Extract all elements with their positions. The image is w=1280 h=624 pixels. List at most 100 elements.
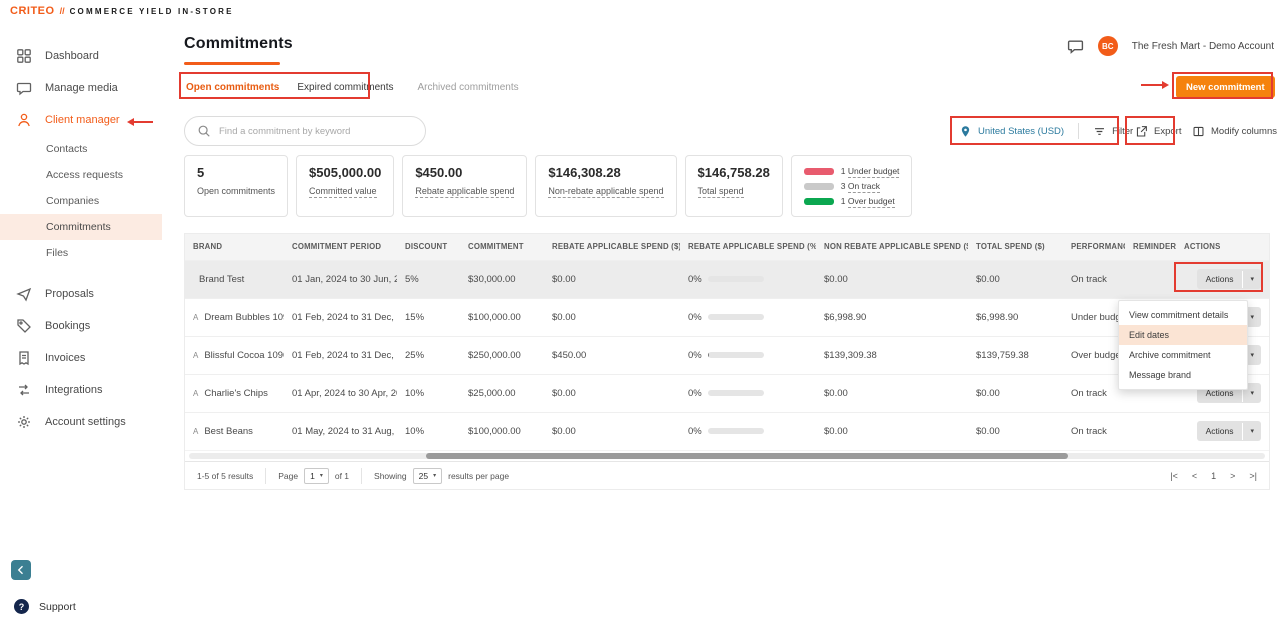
- commitment-period-cell: 01 Apr, 2024 to 30 Apr, 2024: [284, 374, 397, 412]
- menu-item-view-commitment-details[interactable]: View commitment details: [1119, 305, 1247, 325]
- actions-button[interactable]: Actions▾: [1197, 269, 1261, 289]
- sidebar-item-client-manager[interactable]: Client manager: [0, 104, 162, 136]
- export-button[interactable]: Export: [1154, 126, 1181, 137]
- sidebar-item-dashboard[interactable]: Dashboard: [0, 40, 162, 72]
- export-icon: [1135, 125, 1148, 138]
- collapse-sidebar-button[interactable]: [11, 560, 31, 580]
- menu-item-edit-dates[interactable]: Edit dates: [1119, 325, 1247, 345]
- next-page-button[interactable]: >: [1230, 471, 1235, 481]
- page-select[interactable]: 1▾: [304, 468, 329, 484]
- support-item[interactable]: ? Support: [14, 599, 76, 614]
- current-page-number[interactable]: 1: [1211, 471, 1216, 481]
- table-row[interactable]: ADream Bubbles 1096601 Feb, 2024 to 31 D…: [185, 298, 1269, 336]
- performance-legend: 1 Under budget 3 On track 1 Over budget: [791, 155, 913, 217]
- table-row[interactable]: ACharlie's Chips01 Apr, 2024 to 30 Apr, …: [185, 374, 1269, 412]
- actions-cell: Actions▾: [1176, 260, 1269, 298]
- discount-cell: 10%: [397, 374, 460, 412]
- table-row[interactable]: Brand Test01 Jan, 2024 to 30 Jun, 20245%…: [185, 260, 1269, 298]
- brand-cell: ACharlie's Chips: [185, 374, 284, 412]
- criteo-logo: CRITEO: [10, 5, 55, 17]
- rebate-spend-cell: $0.00: [544, 298, 680, 336]
- rebate-spend-cell: $450.00: [544, 336, 680, 374]
- table-row[interactable]: ABest Beans01 May, 2024 to 31 Aug, 20241…: [185, 412, 1269, 450]
- menu-item-message-brand[interactable]: Message brand: [1119, 365, 1247, 385]
- total-spend-cell: $6,998.90: [968, 298, 1063, 336]
- sidebar-item-companies[interactable]: Companies: [0, 188, 162, 214]
- tab-archived-commitments[interactable]: Archived commitments: [418, 82, 519, 93]
- sidebar-item-bookings[interactable]: Bookings: [0, 310, 162, 342]
- rebate-pct-cell: 0%: [680, 298, 816, 336]
- filter-button[interactable]: Filter: [1112, 126, 1133, 137]
- discount-cell: 15%: [397, 298, 460, 336]
- sidebar-item-contacts[interactable]: Contacts: [0, 136, 162, 162]
- sidebar-item-files[interactable]: Files: [0, 240, 162, 266]
- legend-on-track: 3 On track: [804, 181, 900, 191]
- columns-icon: [1192, 125, 1205, 138]
- menu-item-archive-commitment[interactable]: Archive commitment: [1119, 345, 1247, 365]
- rebate-progress-bar: [708, 276, 764, 282]
- column-header: REBATE APPLICABLE SPEND ($): [544, 234, 680, 260]
- tab-open-commitments[interactable]: Open commitments: [186, 82, 279, 93]
- actions-button[interactable]: Actions▾: [1197, 421, 1261, 441]
- search-input[interactable]: [219, 126, 413, 137]
- account-avatar[interactable]: BC: [1098, 36, 1118, 56]
- card-value: 5: [197, 165, 275, 180]
- sidebar-item-proposals[interactable]: Proposals: [0, 278, 162, 310]
- new-commitment-button[interactable]: New commitment: [1176, 76, 1275, 98]
- sidebar-item-invoices[interactable]: Invoices: [0, 342, 162, 374]
- sidebar-item-label: Integrations: [45, 384, 102, 396]
- divider: [1078, 123, 1079, 139]
- sidebar-item-label: Manage media: [45, 82, 118, 94]
- last-page-button[interactable]: >|: [1249, 471, 1257, 481]
- sidebar-item-integrations[interactable]: Integrations: [0, 374, 162, 406]
- title-underline: [184, 62, 280, 65]
- sidebar-item-manage-media[interactable]: Manage media: [0, 72, 162, 104]
- bookings-icon: [16, 318, 32, 334]
- region-selector[interactable]: United States (USD): [978, 126, 1064, 137]
- total-spend-cell: $0.00: [968, 260, 1063, 298]
- scrollbar-thumb[interactable]: [426, 453, 1068, 459]
- chevron-down-icon[interactable]: ▾: [1242, 423, 1261, 440]
- table-row[interactable]: ABlissful Cocoa 1096401 Feb, 2024 to 31 …: [185, 336, 1269, 374]
- card-label: Committed value: [309, 186, 377, 198]
- column-header: ACTIONS: [1176, 234, 1269, 260]
- account-name[interactable]: The Fresh Mart - Demo Account: [1132, 41, 1274, 52]
- rebate-pct-cell: 0%: [680, 336, 816, 374]
- integrations-icon: [16, 382, 32, 398]
- search-icon: [197, 124, 211, 138]
- sidebar-item-label: Contacts: [46, 143, 87, 155]
- showing-label: Showing: [374, 471, 407, 481]
- previous-page-button[interactable]: <: [1192, 471, 1197, 481]
- sidebar-item-label: Dashboard: [45, 50, 99, 62]
- sidebar-item-label: Proposals: [45, 288, 94, 300]
- tab-expired-commitments[interactable]: Expired commitments: [297, 82, 393, 93]
- pagination: |< < 1 > >|: [1170, 471, 1257, 481]
- sidebar: Dashboard Manage media Client manager Co…: [0, 22, 162, 624]
- region-filter-group: United States (USD) Filter: [959, 119, 1133, 143]
- dashboard-icon: [16, 48, 32, 64]
- performance-cell: Under budget: [1063, 298, 1125, 336]
- card-rebate-applicable-spend: $450.00 Rebate applicable spend: [402, 155, 527, 217]
- performance-cell: Over budget: [1063, 336, 1125, 374]
- brand-cell: ADream Bubbles 10966: [185, 298, 284, 336]
- modify-columns-button[interactable]: Modify columns: [1211, 126, 1277, 137]
- table-footer: 1-5 of 5 results Page 1▾ of 1 Showing 25…: [185, 461, 1269, 489]
- per-page-select[interactable]: 25▾: [413, 468, 442, 484]
- commitments-tabs: Open commitments Expired commitments Arc…: [186, 74, 519, 100]
- discount-cell: 5%: [397, 260, 460, 298]
- card-non-rebate-applicable-spend: $146,308.28 Non-rebate applicable spend: [535, 155, 676, 217]
- sidebar-item-account-settings[interactable]: Account settings: [0, 406, 162, 438]
- non-rebate-spend-cell: $139,309.38: [816, 336, 968, 374]
- sidebar-item-commitments[interactable]: Commitments: [0, 214, 162, 240]
- product-name: COMMERCE YIELD IN-STORE: [70, 7, 234, 16]
- first-page-button[interactable]: |<: [1170, 471, 1178, 481]
- chat-icon[interactable]: [1067, 38, 1084, 55]
- chevron-down-icon[interactable]: ▾: [1242, 271, 1261, 288]
- page-of-label: of 1: [335, 471, 349, 481]
- sidebar-item-access-requests[interactable]: Access requests: [0, 162, 162, 188]
- commitment-period-cell: 01 Feb, 2024 to 31 Dec, 2024: [284, 298, 397, 336]
- brand-cell: ABest Beans: [185, 412, 284, 450]
- total-spend-cell: $0.00: [968, 374, 1063, 412]
- page-selector-group: Page 1▾ of 1: [265, 468, 361, 484]
- per-page-selector-group: Showing 25▾ results per page: [361, 468, 521, 484]
